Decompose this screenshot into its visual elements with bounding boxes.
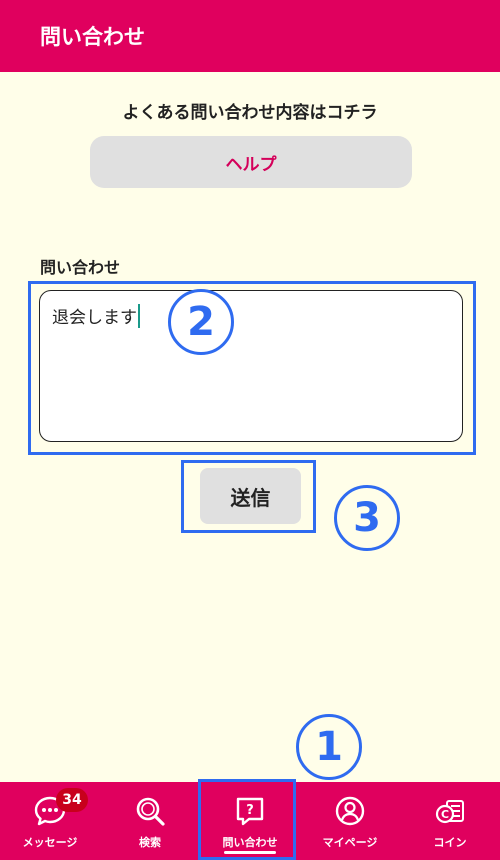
nav-label-search: 検索	[139, 836, 161, 849]
nav-label-mypage: マイページ	[322, 836, 378, 849]
nav-label-messages: メッセージ	[22, 836, 78, 849]
nav-label-coin: コイン	[433, 836, 467, 849]
nav-item-messages[interactable]: 34 メッセージ	[0, 782, 100, 860]
help-button[interactable]: ヘルプ	[90, 136, 412, 188]
inquiry-tab-highlight	[198, 779, 296, 860]
svg-text:C: C	[441, 808, 449, 821]
nav-item-search[interactable]: 検索	[100, 782, 200, 860]
faq-prompt: よくある問い合わせ内容はコチラ	[122, 103, 378, 123]
send-highlight	[181, 460, 316, 533]
user-icon	[335, 796, 365, 826]
app-header: 問い合わせ	[0, 0, 500, 72]
coin-icon: C	[435, 800, 464, 824]
step-1-marker: 1	[296, 714, 362, 780]
textarea-highlight	[28, 281, 476, 455]
step-3-marker: 3	[334, 485, 400, 551]
nav-item-mypage[interactable]: マイページ	[300, 782, 400, 860]
nav-item-coin[interactable]: C コイン	[400, 782, 500, 860]
inquiry-label: 問い合わせ	[40, 258, 121, 277]
message-count-badge: 34	[56, 788, 88, 812]
search-icon	[136, 797, 165, 826]
step-2-marker: 2	[168, 289, 234, 355]
page-title: 問い合わせ	[40, 25, 145, 49]
